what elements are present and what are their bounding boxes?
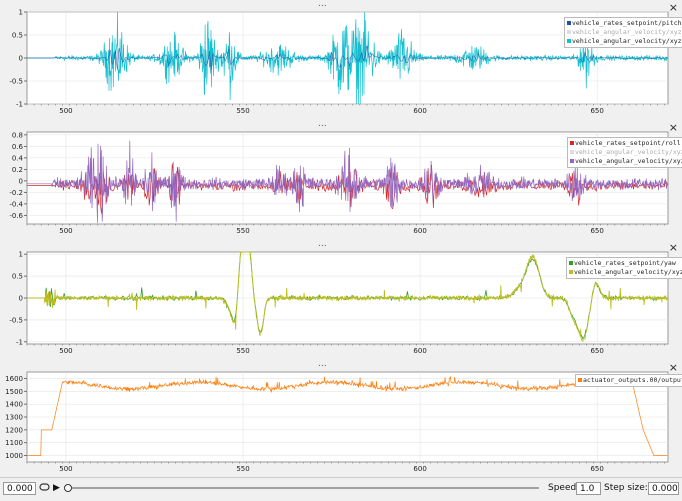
x-tick-label: 600: [413, 107, 426, 115]
y-tick-label: -1: [16, 338, 23, 346]
x-tick-label: 550: [236, 107, 249, 115]
close-panel-button[interactable]: ×: [669, 362, 678, 373]
legend-yaw[interactable]: vehicle_rates_setpoint/yaw vehicle_angul…: [566, 257, 682, 279]
x-tick-label: 600: [413, 347, 426, 355]
y-tick-label: 0: [19, 55, 23, 63]
play-button[interactable]: ▶: [53, 481, 60, 495]
y-tick-label: -0.2: [9, 189, 23, 197]
plot-panel-yaw[interactable]: 1 0.5 0 -0.5 -1 500 550 600 650 ... × vehicle_ra…: [0, 240, 682, 358]
x-tick-label: 650: [590, 107, 603, 115]
step-size-label: Step size:: [604, 483, 648, 493]
y-tick-label: 1200: [5, 426, 23, 434]
x-tick-label: 500: [59, 107, 72, 115]
x-tick-label: 550: [236, 465, 249, 473]
y-tick-label: 0.2: [12, 166, 23, 174]
close-panel-button[interactable]: ×: [669, 122, 678, 133]
legend-entry[interactable]: vehicle_angular_velocity/xyz.01: [567, 37, 682, 46]
y-tick-label: 0.5: [12, 32, 23, 40]
x-tick-label: 600: [413, 465, 426, 473]
timeline-slider[interactable]: [63, 482, 541, 494]
plot-panel-actuator[interactable]: 1600 1500 1400 1300 1200 1100 1000 500 550 600 650…: [0, 360, 682, 476]
legend-entry[interactable]: vehicle_angular_velocity/xyz.00: [570, 157, 682, 166]
speed-field[interactable]: 1.0: [576, 482, 601, 495]
x-tick-label: 650: [590, 227, 603, 235]
y-tick-label: 0: [19, 295, 23, 303]
x-tick-label: 550: [236, 227, 249, 235]
y-tick-label: 0.8: [12, 131, 23, 139]
panel-drag-handle[interactable]: ...: [318, 120, 327, 129]
x-tick-label: 650: [590, 347, 603, 355]
y-tick-label: 0: [19, 177, 23, 185]
legend-entry[interactable]: vehicle_rates_setpoint/yaw: [569, 259, 682, 268]
time-field[interactable]: 0.000: [3, 482, 36, 495]
y-tick-label: 1600: [5, 375, 23, 383]
y-tick-label: 1000: [5, 452, 23, 460]
close-panel-button[interactable]: ×: [669, 242, 678, 253]
y-tick-label: 1300: [5, 414, 23, 422]
x-tick-label: 550: [236, 347, 249, 355]
panel-drag-handle[interactable]: ...: [318, 0, 327, 9]
y-tick-label: -0.5: [9, 78, 23, 86]
x-tick-label: 500: [59, 347, 72, 355]
y-tick-label: 1500: [5, 388, 23, 396]
x-tick-label: 500: [59, 465, 72, 473]
y-tick-label: 0.6: [12, 143, 24, 151]
legend-roll[interactable]: vehicle_rates_setpoint/roll vehicle_angu…: [567, 137, 682, 168]
y-tick-label: -0.6: [9, 212, 23, 220]
plot-panel-roll[interactable]: 0.8 0.6 0.4 0.2 0 -0.2 -0.4 -0.6 500 550 600 650 ..…: [0, 120, 682, 238]
y-tick-label: 0.4: [12, 154, 24, 162]
y-tick-label: 0.5: [12, 273, 23, 281]
y-tick-label: -0.4: [9, 200, 23, 208]
legend-entry[interactable]: vehicle_angular_velocity/xyz.00: [567, 28, 682, 37]
playback-bar: 0.000 ▶ Speed: 1.0 Step size: 0.000: [0, 477, 682, 501]
y-tick-label: 1100: [5, 439, 23, 447]
speed-label: Speed:: [548, 483, 580, 493]
loop-toggle-icon[interactable]: [39, 482, 51, 492]
y-tick-label: 1: [19, 251, 23, 259]
panel-drag-handle[interactable]: ...: [318, 360, 327, 369]
y-tick-label: 1400: [5, 401, 23, 409]
legend-actuator[interactable]: actuator_outputs.00/output.00: [575, 374, 682, 387]
x-tick-label: 500: [59, 227, 72, 235]
close-panel-button[interactable]: ×: [669, 2, 678, 13]
plot-panel-pitch[interactable]: 1 0.5 0 -0.5 -1 500 550 600 650 ... × vehicle_ra…: [0, 0, 682, 118]
step-size-field[interactable]: 0.000: [648, 482, 679, 495]
y-tick-label: -1: [16, 101, 23, 109]
legend-pitch[interactable]: vehicle_rates_setpoint/pitch vehicle_ang…: [564, 17, 682, 48]
legend-entry[interactable]: vehicle_angular_velocity/xyz.01: [570, 148, 682, 157]
y-tick-label: -0.5: [9, 316, 23, 324]
legend-entry[interactable]: vehicle_rates_setpoint/pitch: [567, 19, 682, 28]
panel-drag-handle[interactable]: ...: [318, 240, 327, 249]
x-tick-label: 650: [590, 465, 603, 473]
y-tick-label: 1: [19, 9, 23, 17]
x-tick-label: 600: [413, 227, 426, 235]
legend-entry[interactable]: vehicle_angular_velocity/xyz.02: [569, 268, 682, 277]
legend-entry[interactable]: vehicle_rates_setpoint/roll: [570, 139, 682, 148]
legend-entry[interactable]: actuator_outputs.00/output.00: [578, 376, 682, 385]
